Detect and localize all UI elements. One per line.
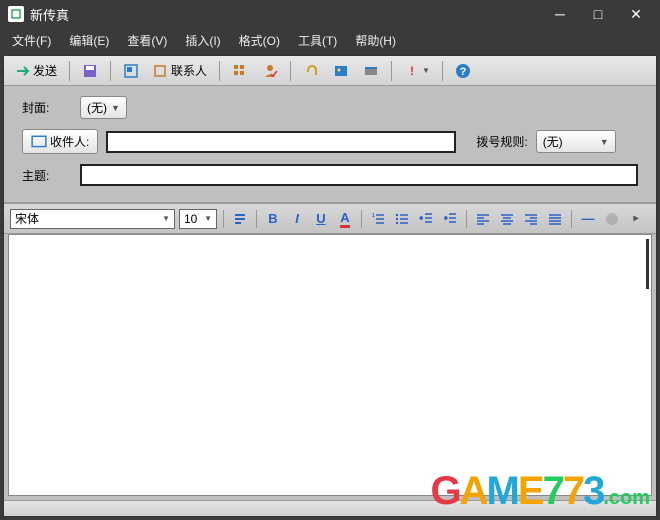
menu-tools[interactable]: 工具(T)	[294, 30, 341, 51]
send-icon	[15, 63, 31, 79]
editor-body[interactable]	[8, 234, 652, 496]
more-button[interactable]: ▸	[626, 209, 646, 229]
italic-button[interactable]: I	[287, 209, 307, 229]
help-button[interactable]: ?	[450, 60, 476, 82]
help-icon: ?	[455, 63, 471, 79]
dialrule-label: 拨号规则:	[476, 133, 527, 150]
minimize-button[interactable]: ─	[550, 4, 570, 24]
menu-view[interactable]: 查看(V)	[123, 30, 171, 51]
preview-button[interactable]	[118, 60, 144, 82]
editor-separator	[571, 210, 572, 228]
cover-label: 封面:	[22, 99, 72, 116]
subject-label: 主题:	[22, 167, 72, 184]
menu-insert[interactable]: 插入(I)	[181, 30, 224, 51]
grid-button[interactable]	[227, 60, 253, 82]
editor-separator	[466, 210, 467, 228]
svg-text:1: 1	[372, 213, 375, 219]
dialrule-dropdown[interactable]: (无) ▼	[536, 130, 616, 153]
menu-help[interactable]: 帮助(H)	[351, 30, 400, 51]
align-center-button[interactable]	[497, 209, 517, 229]
recipient-icon	[31, 134, 47, 150]
priority-icon: !	[404, 63, 420, 79]
insert-link-button[interactable]	[602, 209, 622, 229]
recipient-btn-label: 收件人:	[50, 133, 89, 150]
bold-button[interactable]: B	[263, 209, 283, 229]
cover-dropdown[interactable]: (无) ▼	[80, 96, 127, 119]
priority-button[interactable]: !▼	[399, 60, 435, 82]
fontsize-select[interactable]: 10 ▼	[179, 209, 217, 229]
hr-button[interactable]: —	[578, 209, 598, 229]
chevron-down-icon: ▼	[162, 214, 170, 223]
attach-icon	[303, 63, 319, 79]
image-icon	[333, 63, 349, 79]
scrollbar[interactable]	[646, 239, 649, 289]
toolbar-separator	[69, 61, 70, 81]
font-value: 宋体	[15, 210, 162, 227]
attach-button[interactable]	[298, 60, 324, 82]
image-button[interactable]	[328, 60, 354, 82]
paragraph-button[interactable]	[230, 209, 250, 229]
contacts-icon	[153, 63, 169, 79]
toolbar-separator	[219, 61, 220, 81]
align-left-button[interactable]	[473, 209, 493, 229]
dialrule-value: (无)	[543, 133, 596, 150]
bullet-list-button[interactable]	[392, 209, 412, 229]
toolbar-separator	[391, 61, 392, 81]
editor-separator	[361, 210, 362, 228]
menu-file[interactable]: 文件(F)	[8, 30, 55, 51]
scan-button[interactable]	[358, 60, 384, 82]
person-check-icon	[262, 63, 278, 79]
send-button[interactable]: 发送	[10, 59, 62, 82]
check-button[interactable]	[257, 60, 283, 82]
toolbar-separator	[110, 61, 111, 81]
cover-value: (无)	[87, 99, 107, 116]
maximize-button[interactable]: □	[588, 4, 608, 24]
chevron-down-icon: ▼	[204, 214, 212, 223]
subject-input[interactable]	[80, 164, 638, 186]
fontsize-value: 10	[184, 212, 201, 226]
preview-icon	[123, 63, 139, 79]
send-label: 发送	[33, 62, 57, 79]
numbered-list-button[interactable]: 1	[368, 209, 388, 229]
contacts-label: 联系人	[171, 62, 207, 79]
recipient-button[interactable]: 收件人:	[22, 129, 98, 154]
svg-text:?: ?	[460, 66, 467, 78]
save-icon	[82, 63, 98, 79]
save-button[interactable]	[77, 60, 103, 82]
chevron-down-icon: ▼	[600, 137, 609, 147]
fontcolor-button[interactable]: A	[335, 209, 355, 229]
editor-separator	[256, 210, 257, 228]
font-select[interactable]: 宋体 ▼	[10, 209, 175, 229]
menu-edit[interactable]: 编辑(E)	[65, 30, 113, 51]
scan-icon	[363, 63, 379, 79]
close-button[interactable]: ✕	[626, 4, 646, 24]
align-right-button[interactable]	[521, 209, 541, 229]
grid-icon	[232, 63, 248, 79]
chevron-down-icon: ▼	[111, 103, 120, 113]
app-icon	[8, 6, 24, 22]
indent-button[interactable]	[440, 209, 460, 229]
toolbar-separator	[442, 61, 443, 81]
align-justify-button[interactable]	[545, 209, 565, 229]
window-title: 新传真	[30, 5, 550, 24]
menu-format[interactable]: 格式(O)	[235, 30, 284, 51]
contacts-button[interactable]: 联系人	[148, 59, 212, 82]
underline-button[interactable]: U	[311, 209, 331, 229]
editor-separator	[223, 210, 224, 228]
outdent-button[interactable]	[416, 209, 436, 229]
toolbar-separator	[290, 61, 291, 81]
recipient-input[interactable]	[106, 131, 456, 153]
statusbar	[4, 500, 656, 516]
